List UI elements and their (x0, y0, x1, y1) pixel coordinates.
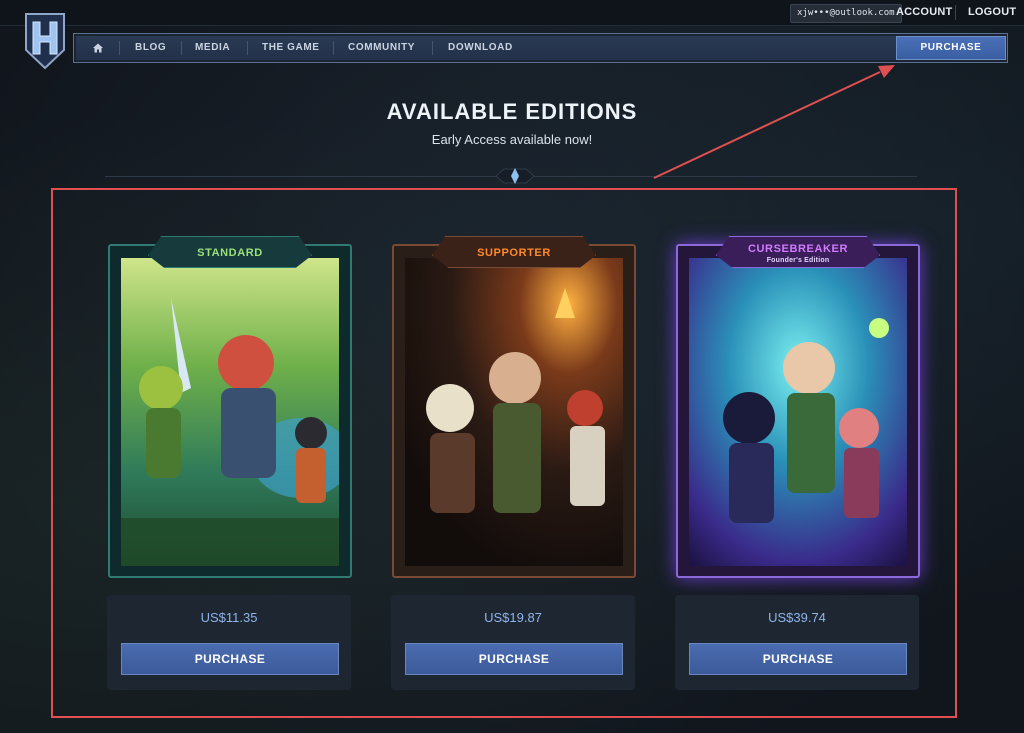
page-title: AVAILABLE EDITIONS (386, 99, 638, 124)
purchase-standard-button[interactable]: PURCHASE (121, 643, 339, 675)
price-panel-cursebreaker: US$39.74 PURCHASE (675, 595, 919, 690)
main-navigation: BLOG MEDIA THE GAME COMMUNITY DOWNLOAD P… (73, 33, 1008, 63)
user-email: xjw•••@outlook.com (790, 4, 902, 23)
nav-blog[interactable]: BLOG (135, 34, 166, 62)
hytale-logo[interactable] (22, 10, 68, 72)
home-icon[interactable] (92, 34, 104, 62)
nav-the-game[interactable]: THE GAME (262, 34, 320, 62)
account-bar: xjw•••@outlook.com ACCOUNT LOGOUT (0, 0, 1024, 26)
diamond-gem-icon (495, 168, 535, 184)
nav-divider (247, 41, 248, 55)
edition-price: US$11.35 (200, 610, 258, 625)
edition-card-standard[interactable]: STANDARD (108, 236, 352, 578)
purchase-cursebreaker-button[interactable]: PURCHASE (689, 643, 907, 675)
logout-link[interactable]: LOGOUT (968, 6, 1016, 18)
nav-divider (119, 41, 120, 55)
edition-name: STANDARD (197, 247, 263, 259)
nav-purchase-button[interactable]: PURCHASE (896, 36, 1006, 60)
supporter-edition-artwork (405, 258, 623, 566)
edition-name: CURSEBREAKER (747, 243, 849, 255)
account-link[interactable]: ACCOUNT (896, 6, 952, 18)
nav-media[interactable]: MEDIA (195, 34, 230, 62)
nav-divider (432, 41, 433, 55)
card-tab: CURSEBREAKER Founder's Edition (716, 236, 880, 268)
card-tab: STANDARD (148, 236, 312, 268)
edition-card-supporter[interactable]: SUPPORTER (392, 236, 636, 578)
purchase-supporter-button[interactable]: PURCHASE (405, 643, 623, 675)
edition-name: SUPPORTER (477, 247, 551, 259)
nav-download[interactable]: DOWNLOAD (448, 34, 513, 62)
edition-price: US$39.74 (768, 610, 826, 625)
price-panel-standard: US$11.35 PURCHASE (107, 595, 351, 690)
edition-price: US$19.87 (484, 610, 542, 625)
card-tab: SUPPORTER (432, 236, 596, 268)
nav-divider (181, 41, 182, 55)
edition-card-cursebreaker[interactable]: CURSEBREAKER Founder's Edition (676, 236, 920, 578)
cursebreaker-edition-artwork (689, 258, 907, 566)
price-panel-supporter: US$19.87 PURCHASE (391, 595, 635, 690)
nav-divider (333, 41, 334, 55)
nav-community[interactable]: COMMUNITY (348, 34, 415, 62)
page-subtitle: Early Access available now! (431, 132, 593, 147)
edition-subtitle: Founder's Edition (766, 257, 830, 264)
topbar-divider (955, 5, 956, 20)
standard-edition-artwork (121, 258, 339, 566)
